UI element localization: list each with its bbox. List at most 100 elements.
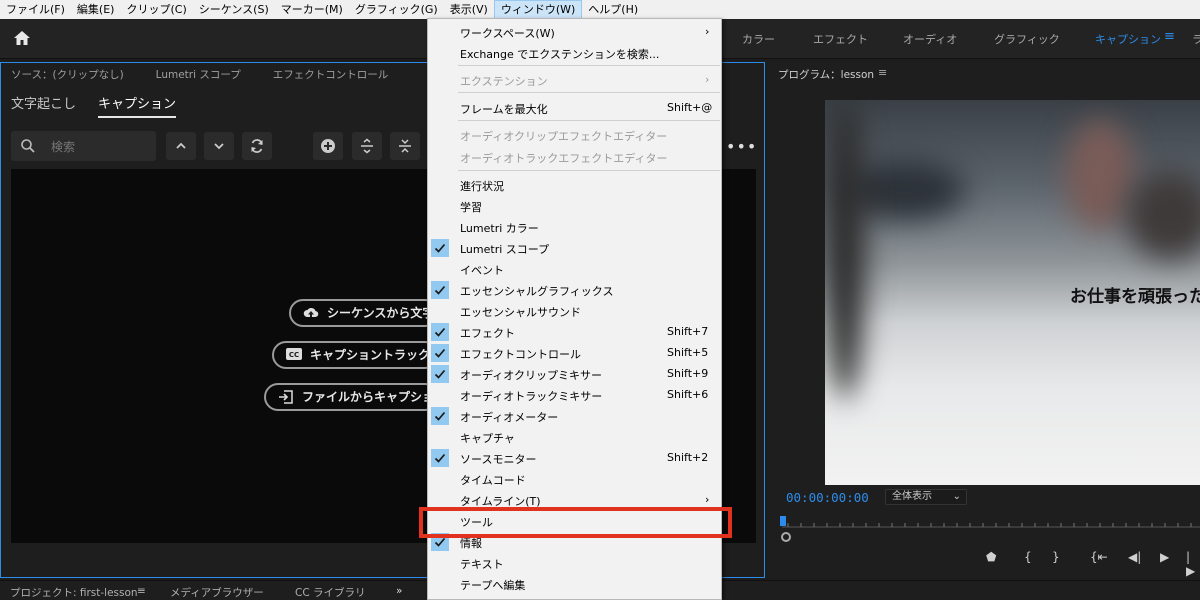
merge-caption-button[interactable] bbox=[390, 132, 420, 160]
menu-item-shortcut: Shift+@ bbox=[667, 101, 713, 114]
menu-view[interactable]: 表示(V) bbox=[444, 0, 494, 19]
subtab-captions[interactable]: キャプション bbox=[98, 93, 177, 118]
zoom-level-select[interactable]: 全体表示 ⌄ bbox=[885, 489, 967, 505]
time-ruler[interactable] bbox=[782, 517, 1200, 537]
checkmark-icon bbox=[431, 344, 449, 362]
menu-item-label: 学習 bbox=[460, 201, 482, 214]
window-menu-item[interactable]: Lumetri カラー bbox=[428, 217, 721, 237]
tab-effect-controls[interactable]: エフェクトコントロール bbox=[273, 67, 389, 82]
go-to-in-icon[interactable]: {⇤ bbox=[1090, 550, 1108, 564]
menu-sequence[interactable]: シーケンス(S) bbox=[193, 0, 275, 19]
tab-lumetri-scopes[interactable]: Lumetri スコープ bbox=[156, 67, 241, 82]
menu-item-label: テキスト bbox=[460, 558, 504, 571]
menu-item-label: Exchange でエクステンションを検索... bbox=[460, 48, 660, 61]
step-forward-icon[interactable]: |▶ bbox=[1186, 550, 1195, 578]
menu-help[interactable]: ヘルプ(H) bbox=[582, 0, 644, 19]
tab-source[interactable]: ソース：(クリップなし) bbox=[11, 67, 124, 82]
workspace-tab-captions[interactable]: キャプション bbox=[1095, 31, 1161, 47]
mark-out-icon[interactable]: } bbox=[1052, 550, 1060, 564]
tab-cc-libraries[interactable]: CC ライブラリ bbox=[295, 585, 366, 600]
menu-edit[interactable]: 編集(E) bbox=[71, 0, 121, 19]
submenu-arrow-icon: › bbox=[705, 73, 710, 86]
window-menu-item[interactable]: ワークスペース(W) › bbox=[428, 22, 721, 42]
menu-item-label: オーディオメーター bbox=[460, 411, 559, 424]
import-captions-button[interactable]: ファイルからキャプションを bbox=[264, 383, 439, 411]
menu-item-label: オーディオトラックミキサー bbox=[460, 390, 603, 403]
playhead-marker[interactable] bbox=[780, 516, 786, 526]
refresh-button[interactable] bbox=[242, 132, 272, 160]
video-caption-text: お仕事を頑張った bbox=[1070, 287, 1200, 307]
window-menu-item[interactable]: 進行状況 bbox=[428, 175, 721, 195]
window-menu-item[interactable]: エフェクト Shift+7 bbox=[428, 322, 721, 342]
menu-item-shortcut: Shift+9 bbox=[667, 367, 709, 380]
window-menu-item[interactable]: テキスト bbox=[428, 553, 721, 573]
panel-menu-icon[interactable]: ≡ bbox=[137, 585, 146, 597]
menu-item-label: エクステンション bbox=[460, 75, 548, 88]
window-menu-item[interactable]: オーディオトラックミキサー Shift+6 bbox=[428, 385, 721, 405]
window-menu-item[interactable]: キャプチャ bbox=[428, 427, 721, 447]
tab-media-browser[interactable]: メディアブラウザー bbox=[170, 585, 264, 600]
scrubber-handle[interactable] bbox=[781, 532, 791, 542]
checkmark-icon bbox=[431, 365, 449, 383]
split-caption-button[interactable] bbox=[352, 132, 382, 160]
menu-item-label: エフェクト bbox=[460, 327, 515, 340]
svg-text:CC: CC bbox=[289, 351, 299, 359]
window-menu-item[interactable]: Lumetri スコープ bbox=[428, 238, 721, 258]
menu-item-label: エッセンシャルサウンド bbox=[460, 306, 581, 319]
checkmark-icon bbox=[431, 239, 449, 257]
menu-separator bbox=[458, 92, 720, 93]
caption-subtabs: 文字起こし キャプション bbox=[11, 93, 198, 118]
add-marker-icon[interactable]: ⬟ bbox=[986, 550, 996, 564]
panel-menu-icon[interactable]: ≡ bbox=[878, 66, 887, 79]
window-menu-item[interactable]: フレームを最大化 Shift+@ bbox=[428, 98, 721, 118]
import-captions-label: ファイルからキャプションを bbox=[302, 390, 437, 404]
create-transcript-button[interactable]: シーケンスから文字 bbox=[289, 299, 439, 327]
window-menu-item: エクステンション › bbox=[428, 70, 721, 90]
new-caption-track-label: キャプショントラックを新 bbox=[310, 348, 437, 362]
more-options-icon[interactable]: ••• bbox=[726, 137, 757, 156]
overflow-tabs-icon[interactable]: » bbox=[396, 585, 402, 597]
mark-in-icon[interactable]: { bbox=[1024, 550, 1032, 564]
checkmark-icon bbox=[431, 449, 449, 467]
workspace-tab-color[interactable]: カラー bbox=[742, 31, 775, 47]
window-menu-item[interactable]: テープへ編集 bbox=[428, 574, 721, 594]
playhead-timecode[interactable]: 00:00:00:00 bbox=[786, 490, 869, 505]
window-menu-item[interactable]: 学習 bbox=[428, 196, 721, 216]
menu-window[interactable]: ウィンドウ(W) bbox=[493, 0, 583, 19]
tab-project[interactable]: プロジェクト: first-lesson bbox=[10, 585, 138, 600]
window-menu-item[interactable]: オーディオクリップミキサー Shift+9 bbox=[428, 364, 721, 384]
step-back-icon[interactable]: ◀| bbox=[1128, 550, 1141, 564]
window-menu-item[interactable]: エッセンシャルサウンド bbox=[428, 301, 721, 321]
subtab-transcript[interactable]: 文字起こし bbox=[11, 93, 76, 118]
next-button[interactable] bbox=[204, 132, 234, 160]
submenu-arrow-icon: › bbox=[705, 25, 710, 38]
menu-file[interactable]: ファイル(F) bbox=[0, 0, 71, 19]
window-menu-item[interactable]: イベント bbox=[428, 259, 721, 279]
menu-marker[interactable]: マーカー(M) bbox=[275, 0, 349, 19]
prev-button[interactable] bbox=[166, 132, 196, 160]
checkmark-icon bbox=[431, 407, 449, 425]
menu-clip[interactable]: クリップ(C) bbox=[120, 0, 192, 19]
workspace-tab-audio[interactable]: オーディオ bbox=[903, 31, 957, 47]
menu-item-label: 進行状況 bbox=[460, 180, 504, 193]
menu-item-label: テープへ編集 bbox=[460, 579, 526, 592]
menu-item-label: オーディオクリップミキサー bbox=[460, 369, 603, 382]
new-caption-track-button[interactable]: CC キャプショントラックを新 bbox=[272, 341, 439, 369]
workspace-tab-effects[interactable]: エフェクト bbox=[813, 31, 868, 47]
create-transcript-label: シーケンスから文字 bbox=[327, 306, 435, 320]
window-menu-item[interactable]: ソースモニター Shift+2 bbox=[428, 448, 721, 468]
window-menu-item[interactable]: エッセンシャルグラフィックス bbox=[428, 280, 721, 300]
window-menu-item[interactable]: オーディオメーター bbox=[428, 406, 721, 426]
window-menu-item[interactable]: タイムコード bbox=[428, 469, 721, 489]
workspace-tab-overflow[interactable]: ラ bbox=[1192, 31, 1200, 47]
home-icon[interactable] bbox=[12, 29, 34, 49]
video-preview: お仕事を頑張った bbox=[825, 100, 1200, 485]
search-input[interactable]: 検索 bbox=[11, 131, 156, 161]
workspace-menu-icon[interactable]: ≡ bbox=[1164, 29, 1175, 44]
play-icon[interactable]: ▶ bbox=[1160, 550, 1169, 564]
window-menu-item[interactable]: Exchange でエクステンションを検索... bbox=[428, 43, 721, 63]
workspace-tab-graphics[interactable]: グラフィック bbox=[994, 31, 1060, 47]
add-caption-button[interactable] bbox=[313, 132, 343, 160]
window-menu-item[interactable]: エフェクトコントロール Shift+5 bbox=[428, 343, 721, 363]
menu-graphics[interactable]: グラフィック(G) bbox=[349, 0, 444, 19]
